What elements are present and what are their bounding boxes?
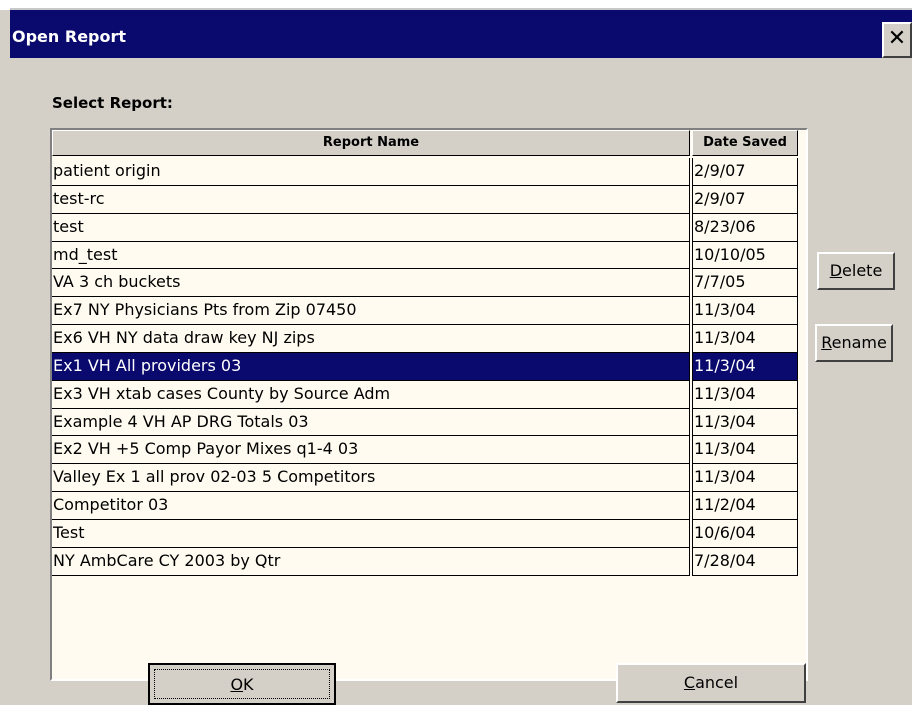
- date-saved-cell: 7/7/05: [692, 269, 798, 298]
- report-name-cell: Valley Ex 1 all prov 02-03 5 Competitors: [52, 464, 690, 493]
- report-rows: patient origin 2/9/07 test-rc 2/9/07 test 8/2…: [52, 158, 806, 576]
- report-name-cell: md_test: [52, 241, 690, 270]
- table-row[interactable]: test 8/23/06: [52, 213, 806, 242]
- report-name-cell: Example 4 VH AP DRG Totals 03: [52, 408, 690, 437]
- date-saved-cell: 7/28/04: [692, 547, 798, 576]
- table-row[interactable]: Example 4 VH AP DRG Totals 03 11/3/04: [52, 408, 806, 437]
- delete-button[interactable]: Delete: [817, 252, 895, 290]
- table-row[interactable]: VA 3 ch buckets 7/7/05: [52, 269, 806, 298]
- date-saved-cell: 11/3/04: [692, 352, 798, 381]
- date-saved-cell: 11/2/04: [692, 492, 798, 520]
- report-name-cell: Ex7 NY Physicians Pts from Zip 07450: [52, 297, 690, 326]
- report-name-cell: Ex2 VH +5 Comp Payor Mixes q1-4 03: [52, 436, 690, 465]
- table-row[interactable]: Ex1 VH All providers 03 11/3/04: [52, 352, 806, 381]
- table-row[interactable]: Competitor 03 11/2/04: [52, 492, 806, 520]
- cancel-mnemonic: C: [683, 673, 696, 692]
- report-name-cell: Test: [52, 519, 690, 548]
- rename-button[interactable]: Rename: [815, 324, 893, 362]
- window-title: Open Report: [12, 27, 127, 46]
- column-header-date-saved[interactable]: Date Saved: [692, 130, 798, 156]
- table-row[interactable]: NY AmbCare CY 2003 by Qtr 7/28/04: [52, 547, 806, 576]
- ok-mnemonic: O: [230, 675, 244, 694]
- report-name-cell: test: [52, 213, 690, 242]
- date-saved-cell: 10/6/04: [692, 519, 798, 548]
- background-window-strip: [0, 0, 912, 10]
- date-saved-cell: 8/23/06: [692, 213, 798, 242]
- title-bar: Open Report ✕: [10, 10, 912, 58]
- date-saved-cell: 11/3/04: [692, 297, 798, 326]
- date-saved-cell: 11/3/04: [692, 464, 798, 493]
- report-list[interactable]: Report Name Date Saved patient origin 2/9…: [50, 128, 808, 681]
- report-name-cell: test-rc: [52, 185, 690, 214]
- report-name-cell: Ex1 VH All providers 03: [52, 352, 690, 381]
- date-saved-cell: 11/3/04: [692, 325, 798, 353]
- report-name-cell: NY AmbCare CY 2003 by Qtr: [52, 547, 690, 576]
- date-saved-cell: 11/3/04: [692, 408, 798, 437]
- table-row[interactable]: Ex6 VH NY data draw key NJ zips 11/3/04: [52, 325, 806, 353]
- table-row[interactable]: Ex2 VH +5 Comp Payor Mixes q1-4 03 11/3/0…: [52, 436, 806, 465]
- select-report-label: Select Report:: [52, 94, 173, 112]
- date-saved-cell: 2/9/07: [692, 185, 798, 214]
- cancel-label: ancel: [695, 673, 739, 692]
- date-saved-cell: 2/9/07: [692, 158, 798, 186]
- report-name-cell: Competitor 03: [52, 492, 690, 520]
- close-button[interactable]: ✕: [882, 22, 912, 58]
- open-report-dialog: Select Report: Report Name Date Saved pa…: [10, 58, 912, 705]
- table-row[interactable]: md_test 10/10/05: [52, 241, 806, 270]
- table-row[interactable]: Valley Ex 1 all prov 02-03 5 Competitors…: [52, 464, 806, 493]
- report-name-cell: VA 3 ch buckets: [52, 269, 690, 298]
- rename-label: ename: [831, 333, 887, 352]
- cancel-button[interactable]: Cancel: [616, 663, 806, 703]
- ok-focus-rect: OK: [154, 669, 330, 699]
- table-row[interactable]: Ex7 NY Physicians Pts from Zip 07450 11/3…: [52, 297, 806, 326]
- delete-mnemonic: D: [829, 261, 843, 280]
- column-header-report-name[interactable]: Report Name: [52, 130, 690, 156]
- table-row[interactable]: patient origin 2/9/07: [52, 158, 806, 186]
- rename-mnemonic: R: [821, 333, 832, 352]
- report-name-cell: Ex6 VH NY data draw key NJ zips: [52, 325, 690, 353]
- report-name-cell: patient origin: [52, 158, 690, 186]
- date-saved-cell: 11/3/04: [692, 436, 798, 465]
- report-name-cell: Ex3 VH xtab cases County by Source Adm: [52, 380, 690, 409]
- close-icon: ✕: [887, 26, 907, 51]
- table-row[interactable]: test-rc 2/9/07: [52, 185, 806, 214]
- date-saved-cell: 10/10/05: [692, 241, 798, 270]
- delete-label: elete: [842, 261, 883, 280]
- ok-button[interactable]: OK: [148, 663, 336, 705]
- table-row[interactable]: Ex3 VH xtab cases County by Source Adm 11…: [52, 380, 806, 409]
- ok-label: K: [243, 675, 254, 694]
- table-row[interactable]: Test 10/6/04: [52, 519, 806, 548]
- date-saved-cell: 11/3/04: [692, 380, 798, 409]
